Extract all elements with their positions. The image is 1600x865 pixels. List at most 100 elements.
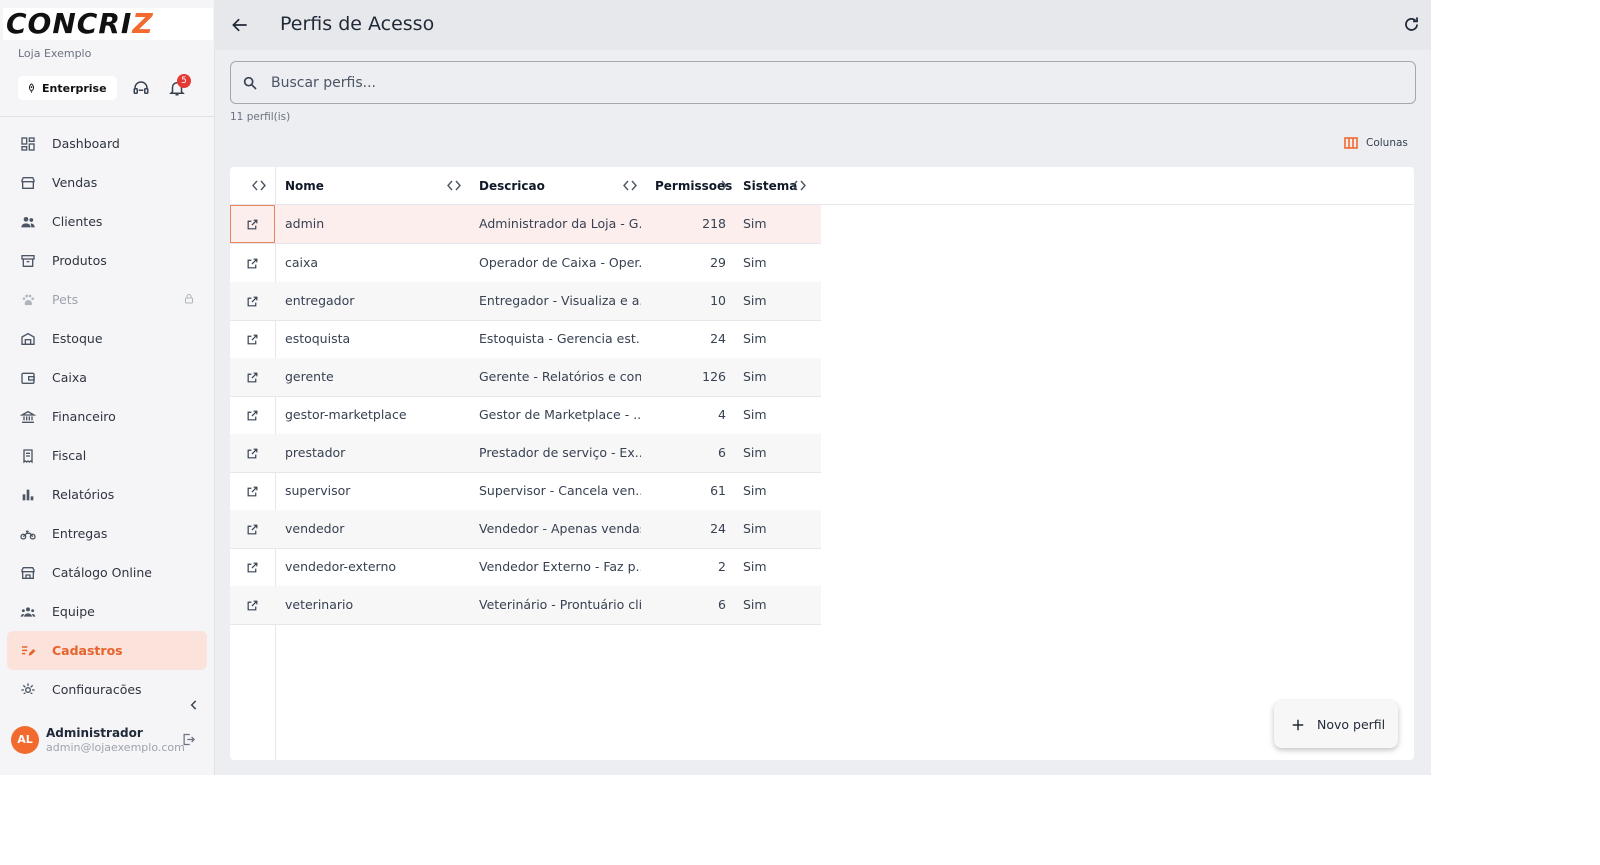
sidebar-item-fiscal[interactable]: Fiscal: [7, 436, 207, 475]
sidebar-item-catalogo-online[interactable]: Catálogo Online: [7, 553, 207, 592]
sidebar-item-equipe[interactable]: Equipe: [7, 592, 207, 631]
profiles-table: Nome Descricao Permissoes Sistema admin …: [230, 167, 1414, 760]
cell-descricao: Veterinário - Prontuário clí...: [479, 597, 641, 612]
open-in-new-icon: [247, 372, 258, 382]
resize-handle-icon[interactable]: [719, 180, 727, 191]
sidebar-item-label: Catálogo Online: [52, 565, 152, 580]
sidebar-item-configuracoes[interactable]: Configurações: [7, 670, 207, 694]
open-row-button[interactable]: [230, 205, 275, 243]
open-row-button[interactable]: [230, 472, 275, 510]
table-row[interactable]: gestor-marketplace Gestor de Marketplace…: [230, 396, 821, 435]
table-row[interactable]: supervisor Supervisor - Cancela ven... 6…: [230, 472, 821, 511]
cell-descricao: Prestador de serviço - Ex...: [479, 445, 641, 460]
cell-permissoes: 6: [718, 445, 726, 460]
store-icon: [20, 175, 36, 191]
column-header-nome[interactable]: Nome: [285, 167, 324, 204]
refresh-icon[interactable]: [1402, 15, 1421, 34]
cell-sistema: Sim: [743, 483, 767, 498]
table-row[interactable]: caixa Operador de Caixa - Oper... 29 Sim: [230, 244, 821, 283]
logout-icon[interactable]: [181, 732, 196, 747]
table-row[interactable]: estoquista Estoquista - Gerencia est... …: [230, 320, 821, 359]
receipt-icon: [20, 448, 36, 464]
sidebar-divider: [0, 116, 214, 117]
sidebar-item-label: Dashboard: [52, 136, 120, 151]
sidebar-item-dashboard[interactable]: Dashboard: [7, 124, 207, 163]
sidebar-item-label: Fiscal: [52, 448, 87, 463]
open-row-button[interactable]: [230, 396, 275, 434]
plus-icon: [1292, 719, 1304, 730]
table-row[interactable]: gerente Gerente - Relatórios e con... 12…: [230, 358, 821, 397]
cell-sistema: Sim: [743, 445, 767, 460]
table-row[interactable]: prestador Prestador de serviço - Ex... 6…: [230, 434, 821, 473]
search-box: [230, 61, 1416, 104]
sidebar-item-relatorios[interactable]: Relatórios: [7, 475, 207, 514]
notification-badge: 5: [177, 74, 191, 88]
open-row-button[interactable]: [230, 282, 275, 320]
sidebar-item-clientes[interactable]: Clientes: [7, 202, 207, 241]
cell-permissoes: 29: [710, 255, 726, 270]
sidebar-item-label: Cadastros: [52, 643, 123, 658]
open-row-button[interactable]: [230, 434, 275, 472]
new-profile-label: Novo perfil: [1317, 717, 1386, 732]
column-header-descricao[interactable]: Descricao: [479, 167, 545, 204]
motorcycle-icon: [20, 526, 36, 542]
cell-permissoes: 2: [718, 559, 726, 574]
table-row[interactable]: vendedor-externo Vendedor Externo - Faz …: [230, 548, 821, 587]
cell-permissoes: 218: [702, 216, 726, 231]
open-in-new-icon: [247, 219, 258, 229]
cell-descricao: Estoquista - Gerencia est...: [479, 331, 641, 346]
sidebar-item-caixa[interactable]: Caixa: [7, 358, 207, 397]
open-row-button[interactable]: [230, 510, 275, 548]
new-profile-button[interactable]: Novo perfil: [1274, 701, 1398, 748]
resize-handle-icon[interactable]: [623, 180, 637, 191]
cell-nome: veterinario: [285, 597, 354, 612]
sidebar-item-vendas[interactable]: Vendas: [7, 163, 207, 202]
collapse-sidebar-icon[interactable]: [187, 698, 201, 712]
plan-chip[interactable]: Enterprise: [18, 76, 117, 100]
open-row-button[interactable]: [230, 244, 275, 282]
open-in-new-icon: [247, 410, 258, 420]
cell-permissoes: 24: [710, 521, 726, 536]
people-icon: [20, 214, 36, 230]
storefront-icon: [20, 565, 36, 581]
open-row-button[interactable]: [230, 358, 275, 396]
sidebar-item-estoque[interactable]: Estoque: [7, 319, 207, 358]
sidebar-item-produtos[interactable]: Produtos: [7, 241, 207, 280]
cell-sistema: Sim: [743, 331, 767, 346]
table-row[interactable]: admin Administrador da Loja - G... 218 S…: [230, 205, 821, 244]
support-icon[interactable]: [131, 78, 151, 98]
columns-button[interactable]: Colunas: [1344, 137, 1408, 149]
column-header-sistema[interactable]: Sistema: [743, 167, 797, 204]
back-arrow-icon[interactable]: [230, 15, 250, 35]
columns-icon: [1344, 137, 1358, 149]
table-row[interactable]: entregador Entregador - Visualiza e a...…: [230, 282, 821, 321]
table-row[interactable]: veterinario Veterinário - Prontuário clí…: [230, 586, 821, 625]
sidebar-item-label: Produtos: [52, 253, 107, 268]
resize-handle-icon[interactable]: [447, 180, 461, 191]
bank-icon: [20, 409, 36, 425]
resize-handle-icon[interactable]: [252, 180, 266, 191]
open-row-button[interactable]: [230, 586, 275, 624]
sidebar-item-financeiro[interactable]: Financeiro: [7, 397, 207, 436]
cell-nome: gestor-marketplace: [285, 407, 407, 422]
cell-permissoes: 6: [718, 597, 726, 612]
sidebar-item-label: Equipe: [52, 604, 95, 619]
cell-nome: admin: [285, 216, 325, 231]
sidebar-item-entregas[interactable]: Entregas: [7, 514, 207, 553]
cell-nome: estoquista: [285, 331, 351, 346]
cell-nome: entregador: [285, 293, 355, 308]
search-icon: [243, 76, 257, 90]
search-input[interactable]: [269, 73, 1373, 92]
avatar[interactable]: AL: [11, 726, 39, 754]
resize-handle-icon[interactable]: [792, 180, 806, 191]
sidebar-item-cadastros[interactable]: Cadastros: [7, 631, 207, 670]
cell-descricao: Entregador - Visualiza e a...: [479, 293, 641, 308]
open-row-button[interactable]: [230, 320, 275, 358]
sidebar-item-pets[interactable]: Pets: [7, 280, 207, 319]
cell-descricao: Vendedor Externo - Faz p...: [479, 559, 641, 574]
brand-logo[interactable]: CONCRIZ: [3, 8, 213, 40]
table-row[interactable]: vendedor Vendedor - Apenas vendas 24 Sim: [230, 510, 821, 549]
archive-icon: [20, 253, 36, 269]
cell-permissoes: 10: [710, 293, 726, 308]
open-row-button[interactable]: [230, 548, 275, 586]
